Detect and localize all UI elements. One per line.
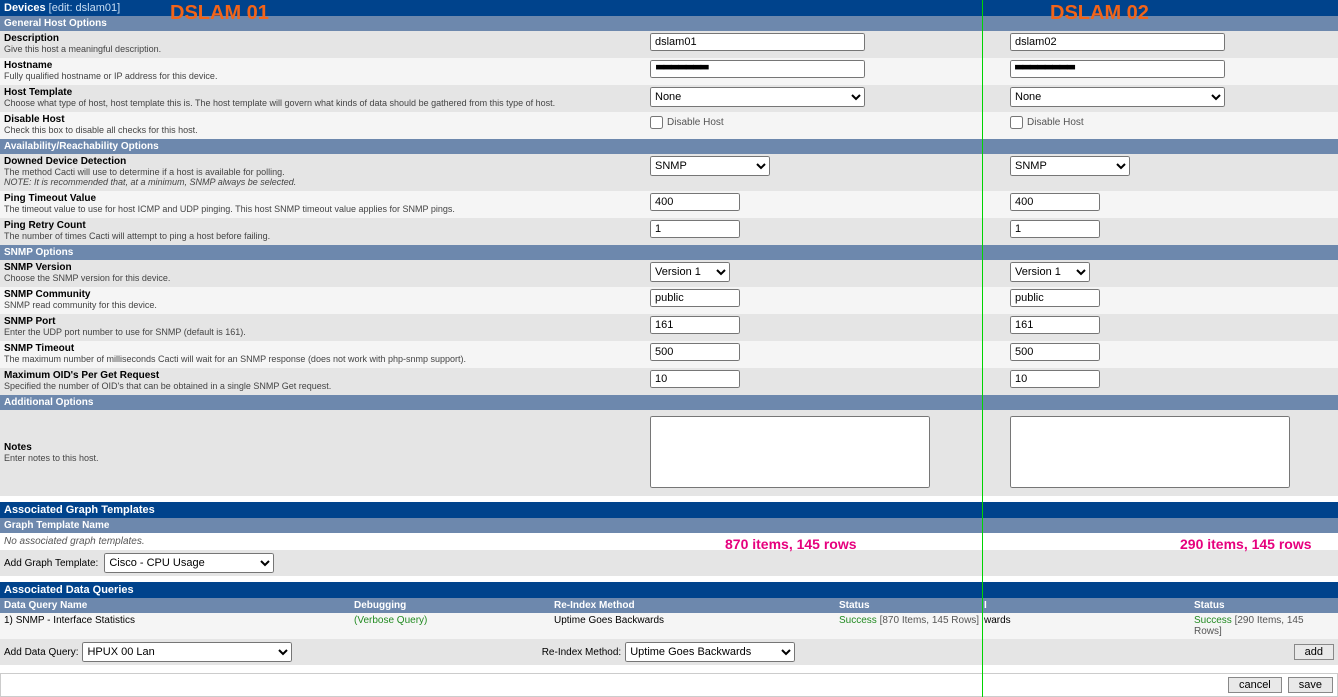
notes-sub: Enter notes to this host.	[4, 453, 646, 463]
dq-row-name: SNMP - Interface Statistics	[16, 615, 135, 626]
hosttpl-select-1[interactable]: None	[650, 87, 865, 107]
pingtimeout-title: Ping Timeout Value	[4, 193, 646, 204]
snmpver-title: SNMP Version	[4, 262, 646, 273]
dq-col-i: I	[984, 600, 1194, 611]
dq-row-mid: wards	[984, 615, 1194, 637]
downed-select-2[interactable]: SNMP	[1010, 156, 1130, 176]
dq-row-reindex: Uptime Goes Backwards	[554, 615, 839, 637]
hostname-title: Hostname	[4, 60, 646, 71]
notes-textarea-1[interactable]	[650, 416, 930, 488]
pingtimeout-input-2[interactable]	[1010, 193, 1100, 211]
pingretry-title: Ping Retry Count	[4, 220, 646, 231]
save-button[interactable]: save	[1288, 677, 1333, 693]
description-input-1[interactable]	[650, 33, 865, 51]
annotation-items-right: 290 items, 145 rows	[1180, 536, 1312, 552]
annotation-items-left: 870 items, 145 rows	[725, 536, 857, 552]
dq-row-status-r: Success	[1194, 615, 1232, 626]
add-graph-select[interactable]: Cisco - CPU Usage	[104, 553, 274, 573]
downed-sub: The method Cacti will use to determine i…	[4, 167, 646, 177]
snmpport-title: SNMP Port	[4, 316, 646, 327]
snmpport-input-2[interactable]	[1010, 316, 1100, 334]
graph-templates-col: Graph Template Name	[0, 518, 1338, 533]
maxoid-input-1[interactable]	[650, 370, 740, 388]
annotation-dslam01: DSLAM 01	[170, 2, 269, 25]
reindex-select[interactable]: Uptime Goes Backwards	[625, 642, 795, 662]
description-title: Description	[4, 33, 646, 44]
snmpver-select-2[interactable]: Version 1	[1010, 262, 1090, 282]
notes-textarea-2[interactable]	[1010, 416, 1290, 488]
snmptimeout-input-2[interactable]	[1010, 343, 1100, 361]
snmpcomm-input-1[interactable]	[650, 289, 740, 307]
downed-select-1[interactable]: SNMP	[650, 156, 770, 176]
snmpver-sub: Choose the SNMP version for this device.	[4, 273, 646, 283]
snmpcomm-sub: SNMP read community for this device.	[4, 300, 646, 310]
snmptimeout-sub: The maximum number of milliseconds Cacti…	[4, 354, 646, 364]
pingretry-sub: The number of times Cacti will attempt t…	[4, 231, 646, 241]
snmptimeout-input-1[interactable]	[650, 343, 740, 361]
dq-col-status: Status	[839, 600, 984, 611]
add-dq-label: Add Data Query:	[4, 647, 78, 658]
notes-title: Notes	[4, 442, 646, 453]
dq-col-reindex: Re-Index Method	[554, 600, 839, 611]
hostname-obscured-1: ▬▬▬▬▬▬▬	[656, 55, 708, 77]
add-dq-select[interactable]: HPUX 00 Lan	[82, 642, 292, 662]
dq-col-status2: Status	[1194, 600, 1334, 611]
disable-label-2: Disable Host	[1027, 117, 1084, 128]
snmpport-sub: Enter the UDP port number to use for SNM…	[4, 327, 646, 337]
downed-title: Downed Device Detection	[4, 156, 646, 167]
pingtimeout-sub: The timeout value to use for host ICMP a…	[4, 204, 646, 214]
data-queries-header: Associated Data Queries	[0, 582, 1338, 598]
graph-templates-header: Associated Graph Templates	[0, 502, 1338, 518]
section-snmp: SNMP Options	[0, 245, 1338, 260]
add-button[interactable]: add	[1294, 644, 1334, 660]
disable-checkbox-2[interactable]	[1010, 116, 1023, 129]
section-availability: Availability/Reachability Options	[0, 139, 1338, 154]
pingretry-input-2[interactable]	[1010, 220, 1100, 238]
maxoid-sub: Specified the number of OID's that can b…	[4, 381, 646, 391]
snmpver-select-1[interactable]: Version 1	[650, 262, 730, 282]
description-sub: Give this host a meaningful description.	[4, 44, 646, 54]
hostname-sub: Fully qualified hostname or IP address f…	[4, 71, 646, 81]
snmpcomm-title: SNMP Community	[4, 289, 646, 300]
graph-templates-none: No associated graph templates.	[0, 533, 1338, 550]
snmpport-input-1[interactable]	[650, 316, 740, 334]
snmptimeout-title: SNMP Timeout	[4, 343, 646, 354]
disable-checkbox-1[interactable]	[650, 116, 663, 129]
hosttpl-select-2[interactable]: None	[1010, 87, 1225, 107]
hosttpl-title: Host Template	[4, 87, 646, 98]
page-title: Devices	[4, 2, 46, 14]
dq-row-status-l-suffix: [870 Items, 145 Rows]	[880, 615, 980, 626]
snmpcomm-input-2[interactable]	[1010, 289, 1100, 307]
pingtimeout-input-1[interactable]	[650, 193, 740, 211]
add-graph-label: Add Graph Template:	[4, 558, 98, 569]
dq-row-status-l: Success	[839, 615, 877, 626]
dq-row-idx: 1)	[4, 615, 13, 626]
annotation-dslam02: DSLAM 02	[1050, 2, 1149, 25]
divider-line	[982, 0, 983, 697]
disable-sub: Check this box to disable all checks for…	[4, 125, 646, 135]
dq-row-debug[interactable]: (Verbose Query)	[354, 615, 427, 626]
dq-col-debug: Debugging	[354, 600, 554, 611]
page-edit-suffix: [edit: dslam01]	[49, 2, 121, 14]
maxoid-title: Maximum OID's Per Get Request	[4, 370, 646, 381]
data-queries-columns: Data Query Name Debugging Re-Index Metho…	[0, 598, 1338, 613]
dq-row: 1) SNMP - Interface Statistics (Verbose …	[0, 613, 1338, 639]
disable-title: Disable Host	[4, 114, 646, 125]
maxoid-input-2[interactable]	[1010, 370, 1100, 388]
disable-label-1: Disable Host	[667, 117, 724, 128]
hostname-obscured-2: ▬▬▬▬▬▬▬▬	[1015, 55, 1074, 77]
cancel-button[interactable]: cancel	[1228, 677, 1282, 693]
reindex-label: Re-Index Method:	[542, 647, 622, 658]
description-input-2[interactable]	[1010, 33, 1225, 51]
downed-note: NOTE: It is recommended that, at a minim…	[4, 177, 646, 187]
hosttpl-sub: Choose what type of host, host template …	[4, 98, 646, 108]
pingretry-input-1[interactable]	[650, 220, 740, 238]
section-additional: Additional Options	[0, 395, 1338, 410]
dq-col-name: Data Query Name	[4, 600, 354, 611]
